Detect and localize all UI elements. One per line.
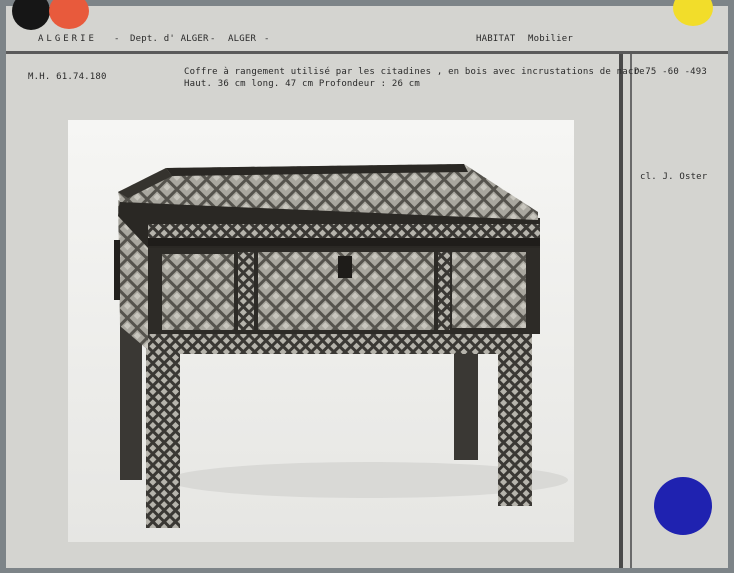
photo-credit: cl. J. Oster	[640, 172, 708, 182]
subcategory-label: Mobilier	[528, 34, 573, 44]
header-separator: -	[264, 34, 270, 44]
blue-color-marker	[654, 477, 712, 535]
object-dimensions: Haut. 36 cm long. 47 cm Profondeur : 26 …	[184, 79, 420, 89]
category-label: HABITAT	[476, 34, 516, 44]
column-divider	[619, 54, 623, 568]
inventory-number: M.H. 61.74.180	[28, 72, 107, 82]
department-label: Dept. d' ALGER	[130, 34, 209, 44]
column-divider	[630, 54, 632, 568]
black-color-marker	[12, 0, 50, 30]
city-label: ALGER	[228, 34, 257, 44]
card-header: ALGERIE - Dept. d' ALGER - ALGER - HABIT…	[6, 30, 728, 52]
red-color-marker	[49, 0, 89, 29]
chest-photograph	[68, 120, 574, 542]
object-description: Coffre à rangement utilisé par les citad…	[184, 67, 651, 77]
header-separator: -	[210, 34, 216, 44]
catalog-card: ALGERIE - Dept. d' ALGER - ALGER - HABIT…	[6, 0, 728, 568]
header-separator: -	[114, 34, 120, 44]
yellow-color-marker	[673, 0, 713, 26]
photo-reference: D 75 -60 -493	[634, 67, 708, 77]
region-label: ALGERIE	[38, 34, 97, 44]
